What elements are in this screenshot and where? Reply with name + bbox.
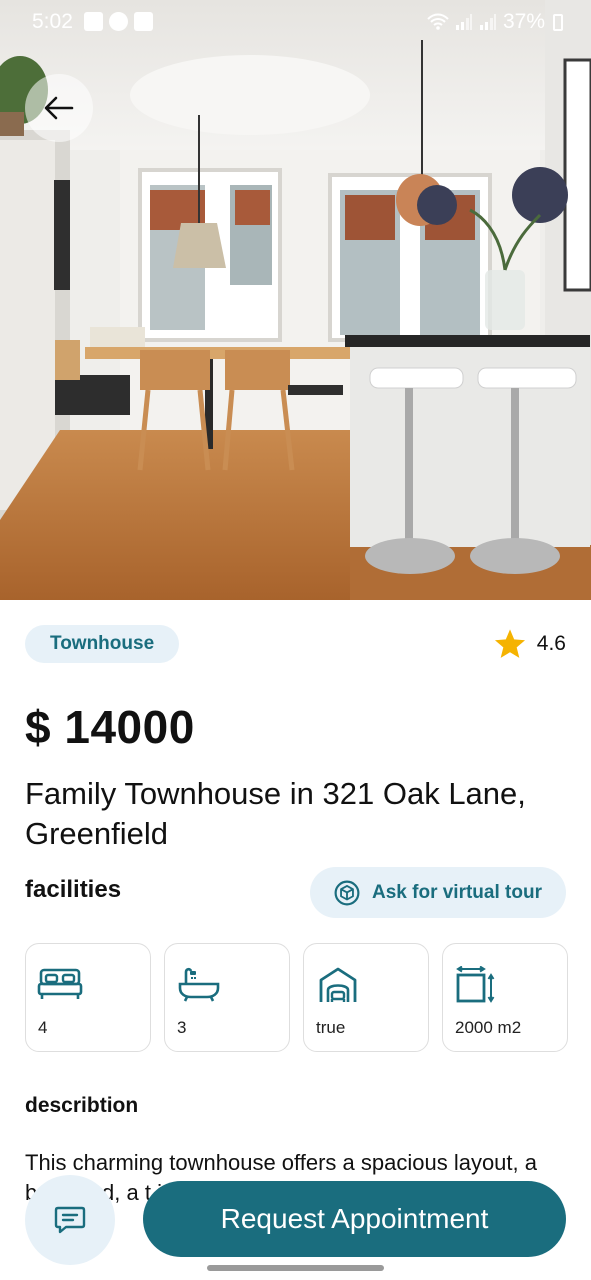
- virtual-tour-button[interactable]: Ask for virtual tour: [310, 867, 566, 918]
- back-button[interactable]: [25, 74, 93, 142]
- facility-card-bathrooms: 3: [164, 943, 290, 1052]
- description-heading: describtion: [25, 1094, 139, 1117]
- property-photo: [0, 0, 591, 600]
- gallery-icon: [84, 12, 103, 31]
- facility-card-area: 2000 m2: [442, 943, 568, 1052]
- property-title: Family Townhouse in 321 Oak Lane, Greenf…: [25, 776, 526, 851]
- facility-card-garage: true: [303, 943, 429, 1052]
- facility-card-bedrooms: 4: [25, 943, 151, 1052]
- home-indicator[interactable]: [207, 1265, 384, 1271]
- garage-value: true: [316, 1018, 346, 1037]
- snapchat-icon: [109, 12, 128, 31]
- property-price: $ 14000: [25, 701, 195, 753]
- battery-icon: [553, 13, 563, 31]
- facilities-heading: facilities: [25, 876, 122, 903]
- signal-icon: [479, 14, 496, 30]
- status-bar: 5:02 37%: [0, 0, 591, 44]
- property-type-chip: Townhouse: [25, 625, 180, 663]
- cube-icon: [334, 880, 360, 905]
- signal-icon: [455, 14, 472, 30]
- request-appointment-button[interactable]: Request Appointment: [143, 1181, 566, 1257]
- area-icon: [456, 966, 495, 1003]
- chat-button[interactable]: [25, 1175, 115, 1265]
- youtube-icon: [134, 12, 153, 31]
- status-time: 5:02: [32, 10, 73, 33]
- rating-value: 4.6: [536, 632, 566, 655]
- bedrooms-value: 4: [38, 1018, 48, 1037]
- chat-icon: [54, 1206, 86, 1234]
- bathrooms-value: 3: [177, 1018, 187, 1037]
- star-icon: [494, 629, 525, 658]
- facility-cards: 4 3 true 2000 m2: [25, 943, 568, 1052]
- bathtub-icon: [178, 967, 220, 1002]
- bed-icon: [37, 968, 83, 999]
- rating: 4.6: [493, 628, 566, 660]
- arrow-left-icon: [44, 96, 74, 120]
- battery-percent: 37%: [502, 10, 545, 33]
- wifi-icon: [427, 13, 449, 30]
- area-value: 2000 m2: [455, 1018, 522, 1037]
- virtual-tour-label: Ask for virtual tour: [372, 881, 542, 903]
- garage-icon: [319, 967, 357, 1002]
